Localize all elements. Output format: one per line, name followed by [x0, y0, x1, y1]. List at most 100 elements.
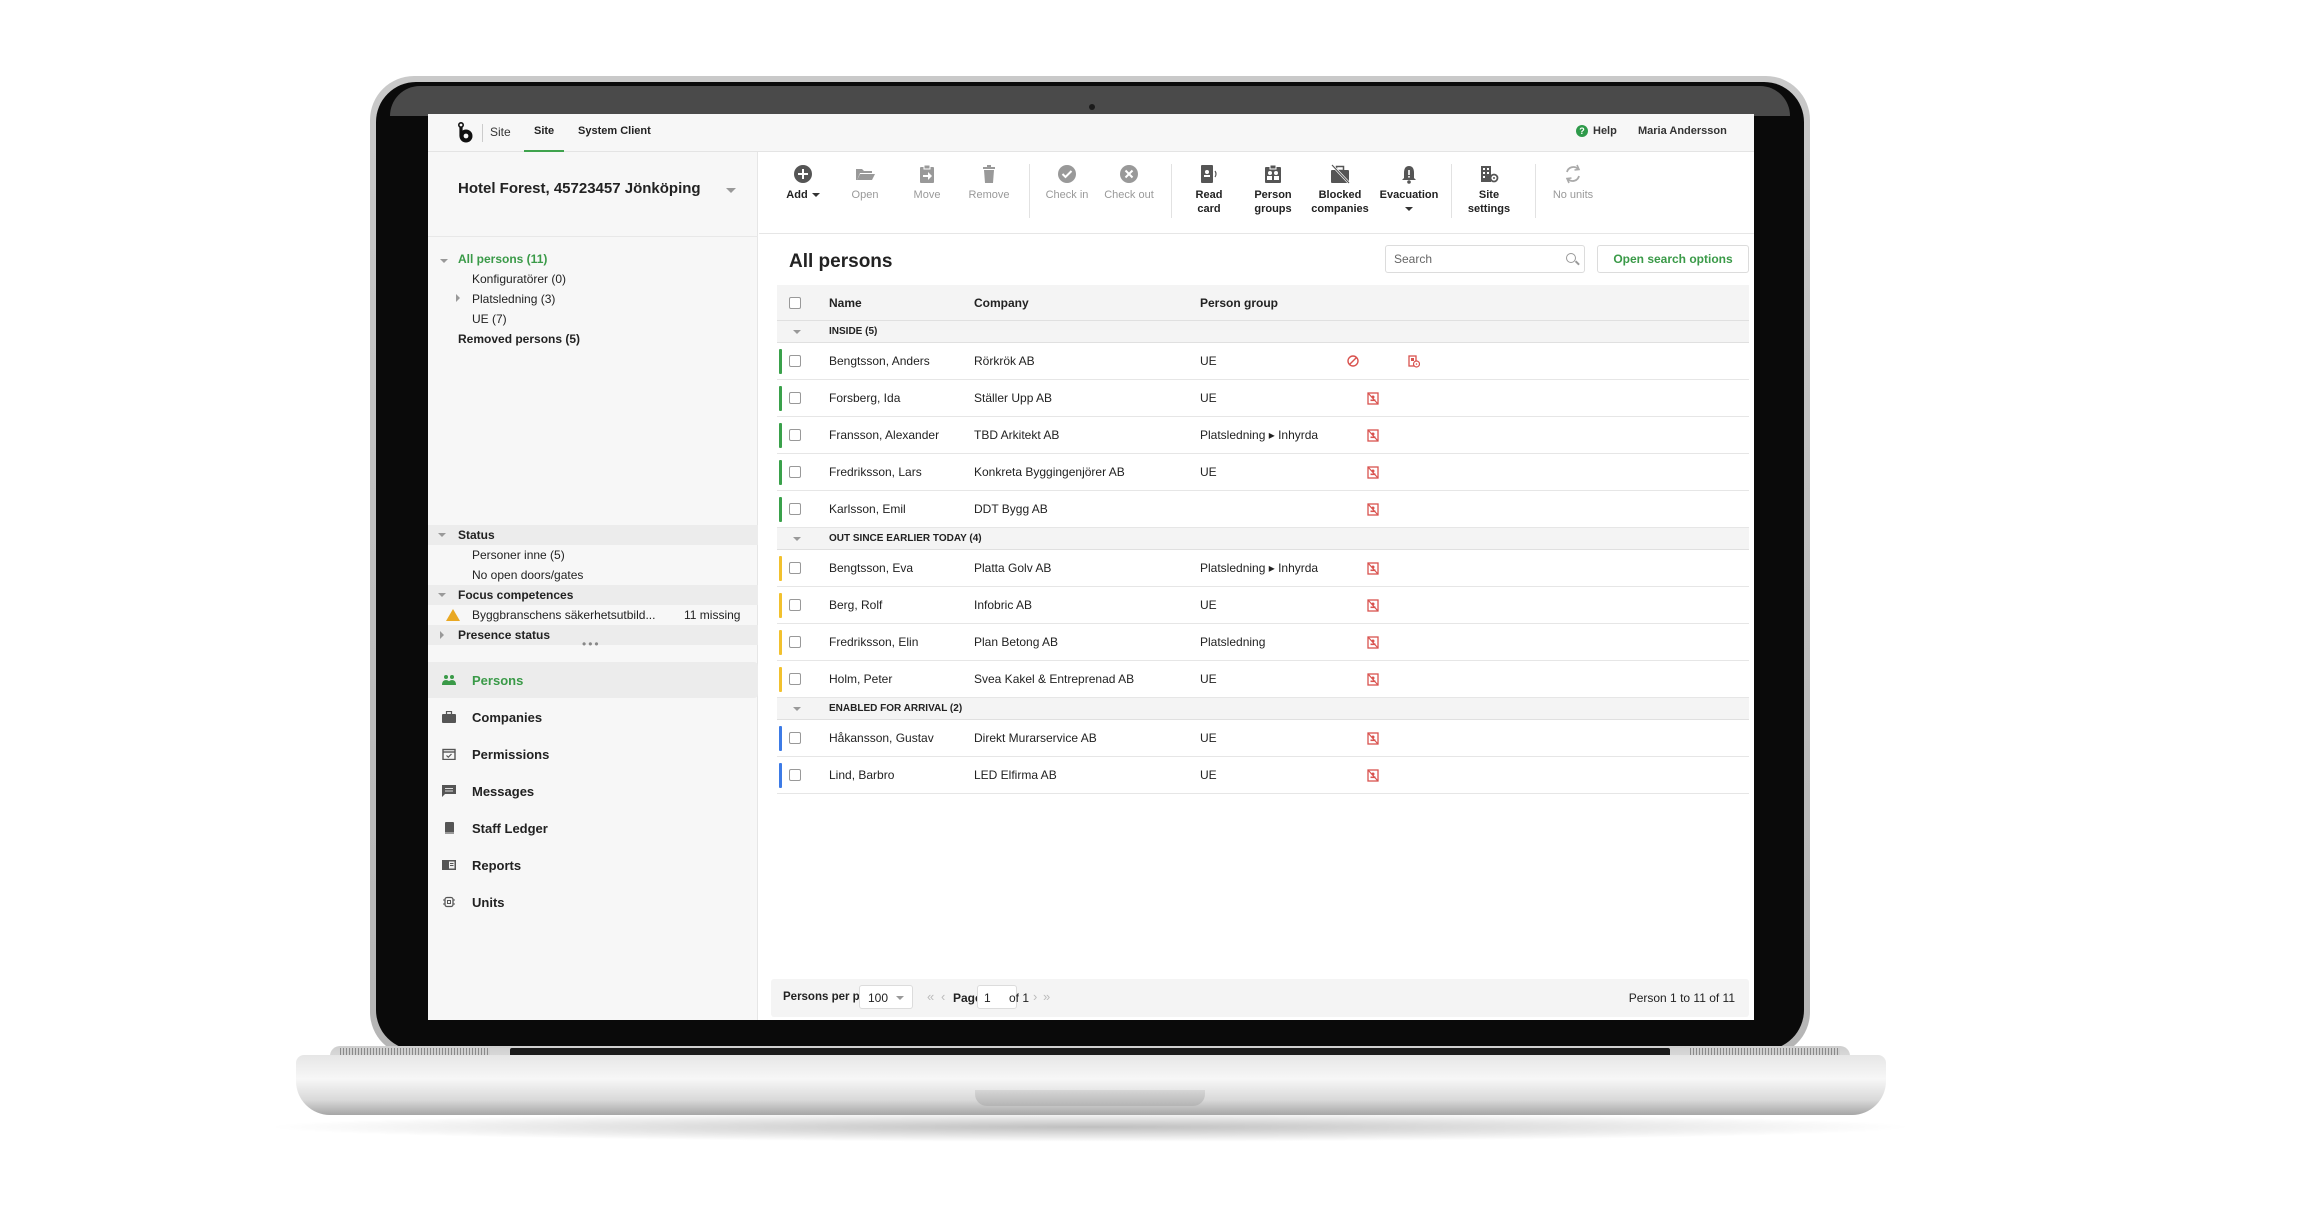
no-card-icon[interactable] — [1367, 636, 1379, 649]
tree-item-konfiguratorer[interactable]: Konfiguratörer (0) — [472, 272, 566, 286]
table-row[interactable]: Bengtsson, Anders Rörkrök AB UE — [777, 343, 1749, 380]
table-group-header[interactable]: OUT SINCE EARLIER TODAY (4) — [777, 528, 1749, 550]
open-label: Open — [851, 189, 879, 201]
no-card-icon[interactable] — [1367, 392, 1379, 405]
row-checkbox[interactable] — [789, 429, 801, 441]
table-row[interactable]: Fredriksson, Lars Konkreta Byggingenjörer… — [777, 454, 1749, 491]
status-panel-header[interactable]: Status — [428, 525, 758, 545]
focus-competence-item[interactable]: Byggbranschens säkerhetsutbild... — [472, 608, 655, 622]
person-groups-icon — [1265, 164, 1281, 183]
site-settings-button[interactable]: Site settings — [1457, 164, 1521, 216]
no-card-icon[interactable] — [1367, 562, 1379, 575]
table-group-header[interactable]: ENABLED FOR ARRIVAL (2) — [777, 698, 1749, 720]
collapse-chevron-icon[interactable] — [793, 707, 801, 711]
next-page-icon[interactable]: › — [1033, 989, 1037, 1004]
tree-item-platsledning[interactable]: Platsledning (3) — [472, 292, 555, 306]
move-button[interactable]: Move — [895, 164, 959, 202]
collapse-chevron-icon[interactable] — [793, 537, 801, 541]
focus-competences-header[interactable]: Focus competences — [428, 585, 758, 605]
table-row[interactable]: Karlsson, Emil DDT Bygg AB — [777, 491, 1749, 528]
tree-item-ue[interactable]: UE (7) — [472, 312, 507, 326]
nav-persons[interactable]: Persons — [428, 662, 758, 698]
tree-item-removed-persons[interactable]: Removed persons (5) — [458, 332, 580, 346]
row-checkbox[interactable] — [789, 732, 801, 744]
table-group-header[interactable]: INSIDE (5) — [777, 321, 1749, 343]
collapse-chevron-icon[interactable] — [440, 259, 448, 263]
nav-messages[interactable]: Messages — [428, 773, 758, 809]
row-checkbox[interactable] — [789, 599, 801, 611]
no-card-icon[interactable] — [1367, 429, 1379, 442]
nav-permissions[interactable]: Permissions — [428, 736, 758, 772]
table-row[interactable]: Lind, Barbro LED Elfirma AB UE — [777, 757, 1749, 794]
page-title: All persons — [789, 251, 893, 272]
row-checkbox[interactable] — [789, 503, 801, 515]
table-body: INSIDE (5) Bengtsson, Anders Rörkrök AB UE F… — [777, 321, 1749, 794]
row-checkbox[interactable] — [789, 392, 801, 404]
blocked-icon[interactable] — [1347, 355, 1359, 368]
table-row[interactable]: Fredriksson, Elin Plan Betong AB Platsledn… — [777, 624, 1749, 661]
no-card-icon[interactable] — [1367, 673, 1379, 686]
per-page-select[interactable]: 100 — [859, 985, 913, 1009]
tree-item-all-persons[interactable]: All persons (11) — [458, 252, 547, 266]
remove-label: Remove — [968, 189, 1010, 201]
column-header-company[interactable]: Company — [974, 296, 1029, 310]
expand-chevron-icon[interactable] — [456, 294, 460, 302]
site-selector[interactable]: Hotel Forest, 45723457 Jönköping — [458, 180, 701, 197]
table-row[interactable]: Holm, Peter Svea Kakel & Entreprenad AB UE — [777, 661, 1749, 698]
row-checkbox[interactable] — [789, 355, 801, 367]
status-open-doors[interactable]: No open doors/gates — [472, 568, 583, 582]
row-checkbox[interactable] — [789, 466, 801, 478]
tab-site[interactable]: Site — [523, 125, 565, 152]
nav-staff-ledger[interactable]: Staff Ledger — [428, 810, 758, 846]
check-out-label: Check out — [1104, 189, 1154, 201]
status-indicator-bar — [779, 763, 782, 788]
column-header-name[interactable]: Name — [829, 296, 862, 310]
panel-resize-handle[interactable]: ••• — [582, 637, 601, 651]
check-in-button[interactable]: Check in — [1035, 164, 1099, 202]
table-row[interactable]: Forsberg, Ida Ställer Upp AB UE — [777, 380, 1749, 417]
row-checkbox[interactable] — [789, 562, 801, 574]
column-header-person-group[interactable]: Person group — [1200, 296, 1278, 310]
tab-system-client[interactable]: System Client — [578, 125, 651, 137]
no-card-icon[interactable] — [1367, 503, 1379, 516]
open-button[interactable]: Open — [833, 164, 897, 202]
open-search-options-button[interactable]: Open search options — [1597, 245, 1749, 273]
toolbar-divider — [1535, 164, 1536, 218]
last-page-icon[interactable]: » — [1043, 989, 1050, 1004]
first-page-icon[interactable]: « — [927, 989, 934, 1004]
card-alert-icon[interactable] — [1408, 355, 1421, 368]
prev-page-icon[interactable]: ‹ — [941, 989, 945, 1004]
nav-units[interactable]: Units — [428, 884, 758, 920]
laptop-base — [296, 1055, 1886, 1115]
nav-companies[interactable]: Companies — [428, 699, 758, 735]
search-input[interactable]: Search — [1385, 245, 1585, 273]
read-card-button[interactable]: Read card — [1177, 164, 1241, 216]
collapse-chevron-icon[interactable] — [793, 330, 801, 334]
select-all-checkbox[interactable] — [789, 297, 801, 309]
evacuation-button[interactable]: Evacuation — [1373, 164, 1445, 216]
folder-open-icon — [856, 169, 875, 180]
help-link[interactable]: ? Help — [1576, 125, 1617, 137]
table-row[interactable]: Bengtsson, Eva Platta Golv AB Platsledning… — [777, 550, 1749, 587]
person-groups-button[interactable]: Person groups — [1241, 164, 1305, 216]
row-checkbox[interactable] — [789, 769, 801, 781]
status-persons-inside[interactable]: Personer inne (5) — [472, 548, 565, 562]
no-units-button[interactable]: No units — [1541, 164, 1605, 202]
no-card-icon[interactable] — [1367, 466, 1379, 479]
table-row[interactable]: Berg, Rolf Infobric AB UE — [777, 587, 1749, 624]
blocked-companies-button[interactable]: Blocked companies — [1305, 164, 1375, 216]
table-row[interactable]: Fransson, Alexander TBD Arkitekt AB Platsl… — [777, 417, 1749, 454]
table-row[interactable]: Håkansson, Gustav Direkt Murarservice AB U… — [777, 720, 1749, 757]
row-checkbox[interactable] — [789, 673, 801, 685]
no-card-icon[interactable] — [1367, 732, 1379, 745]
cell-name: Bengtsson, Eva — [829, 561, 914, 575]
row-checkbox[interactable] — [789, 636, 801, 648]
no-card-icon[interactable] — [1367, 769, 1379, 782]
check-out-button[interactable]: Check out — [1097, 164, 1161, 202]
site-selector-chevron-icon[interactable] — [726, 188, 736, 193]
remove-button[interactable]: Remove — [957, 164, 1021, 202]
user-menu[interactable]: Maria Andersson — [1638, 125, 1727, 137]
add-button[interactable]: Add — [771, 164, 835, 202]
no-card-icon[interactable] — [1367, 599, 1379, 612]
nav-reports[interactable]: Reports — [428, 847, 758, 883]
